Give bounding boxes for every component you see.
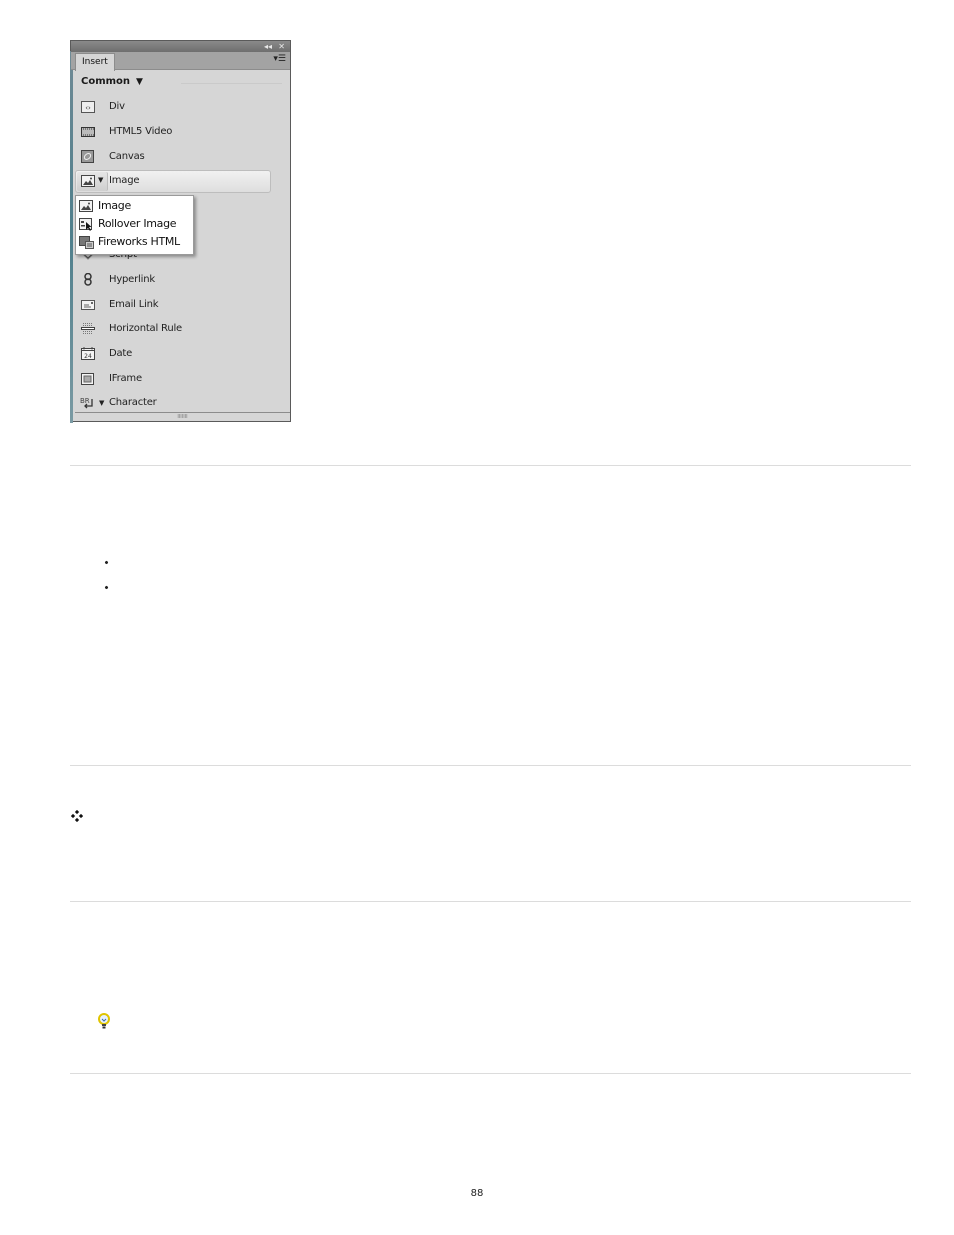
image-icon xyxy=(81,174,95,187)
category-dropdown[interactable]: Common ▼ xyxy=(81,76,143,87)
lightbulb-tip-icon xyxy=(97,1013,111,1031)
insert-item-iframe[interactable]: IFrame xyxy=(71,369,271,389)
menu-item-label: Rollover Image xyxy=(98,217,177,230)
character-icon: BR xyxy=(79,396,97,409)
menu-item-label: Image xyxy=(98,199,131,212)
rollover-image-icon xyxy=(79,218,93,231)
panel-titlebar[interactable]: ◂◂ ✕ xyxy=(71,41,290,52)
insert-item-image[interactable]: ▼ Image xyxy=(75,170,271,193)
insert-item-character[interactable]: BR ▼ Character xyxy=(71,393,271,413)
bullet-point xyxy=(104,585,109,590)
menu-item-image[interactable]: Image xyxy=(76,197,193,215)
insert-item-hyperlink[interactable]: Hyperlink xyxy=(71,270,271,290)
horizontal-rule-icon xyxy=(81,322,95,335)
menu-item-rollover-image[interactable]: Rollover Image xyxy=(76,215,193,233)
item-label: IFrame xyxy=(109,373,142,384)
div-icon: ‹› xyxy=(81,100,95,113)
panel-tabbar: Insert ▾☰ xyxy=(71,52,290,71)
category-divider xyxy=(181,83,282,84)
menu-item-label: Fireworks HTML xyxy=(98,235,180,248)
svg-text:BR: BR xyxy=(80,397,90,405)
item-label: HTML5 Video xyxy=(109,126,173,137)
panel-resize-grip[interactable]: IIIIIII xyxy=(75,412,290,421)
page-number: 88 xyxy=(470,1188,484,1199)
panel-menu-icon[interactable]: ▾☰ xyxy=(273,54,286,64)
section-divider xyxy=(70,765,911,766)
chevron-down-icon: ▼ xyxy=(136,77,143,87)
image-dropdown-menu: Image Rollover Image Fireworks HTML xyxy=(75,195,194,255)
insert-item-canvas[interactable]: Canvas xyxy=(71,147,271,167)
canvas-icon xyxy=(81,150,95,163)
item-label: Email Link xyxy=(109,299,159,310)
tab-insert[interactable]: Insert xyxy=(75,53,115,71)
iframe-icon xyxy=(81,372,95,385)
insert-item-horizontal-rule[interactable]: Horizontal Rule xyxy=(71,319,271,339)
item-label: Date xyxy=(109,348,133,359)
category-label: Common xyxy=(81,76,131,87)
insert-item-div[interactable]: ‹› Div xyxy=(71,97,271,117)
item-label: Div xyxy=(109,101,125,112)
item-label: Canvas xyxy=(109,151,145,162)
email-icon xyxy=(81,298,95,311)
dropdown-arrow-icon[interactable]: ▼ xyxy=(98,176,103,184)
menu-item-fireworks-html[interactable]: Fireworks HTML xyxy=(76,233,193,251)
dropdown-arrow-icon[interactable]: ▼ xyxy=(99,399,104,407)
item-label: Character xyxy=(109,397,157,408)
item-label: Image xyxy=(109,175,140,186)
section-divider xyxy=(70,1073,911,1074)
insert-item-html5-video[interactable]: HTML5 Video xyxy=(71,122,271,142)
item-label: Horizontal Rule xyxy=(109,323,183,334)
insert-item-date[interactable]: 24 Date xyxy=(71,344,271,364)
hyperlink-icon xyxy=(81,273,95,286)
section-divider xyxy=(70,901,911,902)
video-icon xyxy=(81,125,95,138)
item-label: Hyperlink xyxy=(109,274,155,285)
step-diamond-icon xyxy=(70,807,84,823)
bullet-point xyxy=(104,560,109,565)
date-icon: 24 xyxy=(81,347,95,360)
collapse-icon[interactable]: ◂◂ xyxy=(264,41,272,52)
svg-text:24: 24 xyxy=(84,353,92,360)
fireworks-html-icon xyxy=(79,236,94,249)
insert-panel: ◂◂ ✕ Insert ▾☰ Common ▼ ‹› Div HTML5 Vide… xyxy=(70,40,291,423)
close-icon[interactable]: ✕ xyxy=(278,41,285,52)
section-divider xyxy=(70,465,911,466)
image-icon xyxy=(79,200,93,212)
insert-item-email-link[interactable]: Email Link xyxy=(71,295,271,315)
grip-marks: IIIIIII xyxy=(177,414,188,420)
svg-text:‹›: ‹› xyxy=(85,104,91,112)
